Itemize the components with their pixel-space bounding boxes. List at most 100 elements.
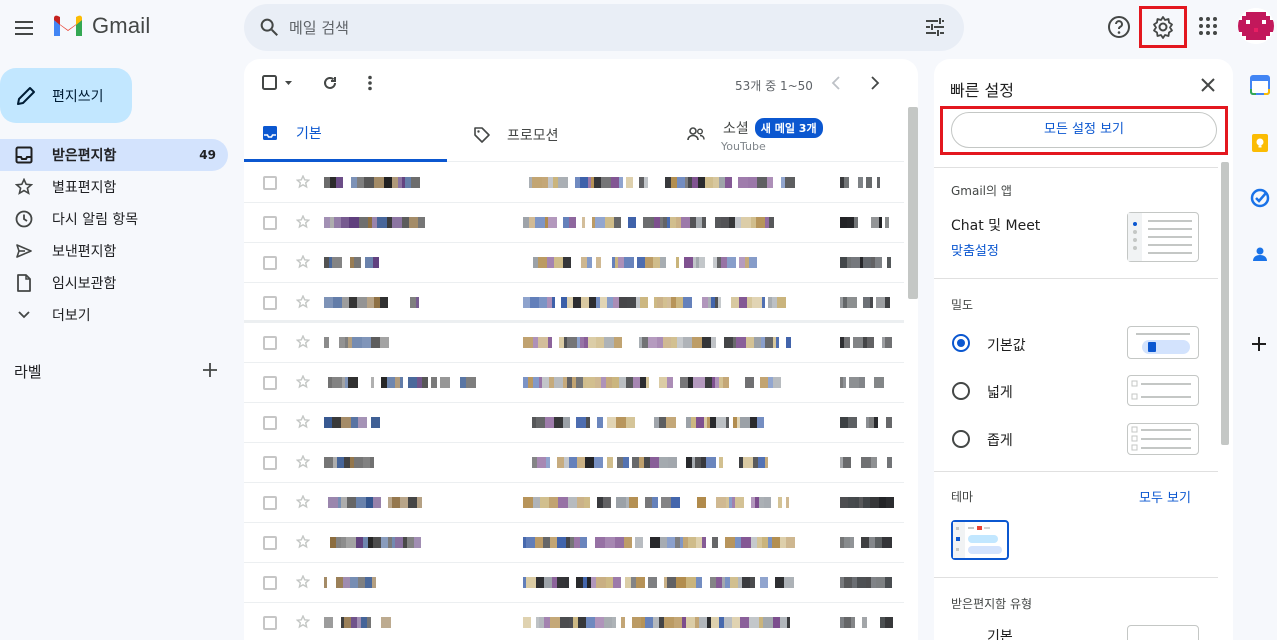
people-icon — [687, 127, 705, 141]
search-input[interactable]: 메일 검색 — [289, 17, 349, 38]
new-mail-badge: 새 메일 3개 — [754, 118, 823, 138]
star-toggle-icon[interactable] — [296, 495, 310, 509]
nav-item-more[interactable]: 더보기 — [0, 299, 228, 331]
nav-item-sent[interactable]: 보낸편지함 — [0, 235, 228, 267]
select-all-checkbox[interactable] — [262, 75, 294, 91]
row-checkbox[interactable] — [263, 296, 277, 310]
email-row[interactable] — [244, 283, 904, 323]
apps-grid-icon[interactable] — [1196, 14, 1222, 40]
email-sender-redacted — [324, 577, 376, 588]
star-toggle-icon[interactable] — [296, 255, 310, 269]
see-all-settings-highlight-box: 모든 설정 보기 — [940, 106, 1228, 155]
email-date-redacted — [840, 537, 892, 548]
calendar-icon[interactable] — [1250, 75, 1272, 97]
star-toggle-icon[interactable] — [296, 535, 310, 549]
email-row[interactable] — [244, 483, 904, 523]
add-label-plus-icon[interactable] — [201, 361, 219, 379]
star-toggle-icon[interactable] — [296, 175, 310, 189]
email-rows — [244, 163, 904, 640]
row-checkbox[interactable] — [263, 576, 277, 590]
main-menu-button[interactable] — [12, 16, 36, 40]
tab-label-promotions: 프로모션 — [507, 127, 559, 144]
row-checkbox[interactable] — [263, 176, 277, 190]
divider — [934, 577, 1218, 578]
star-toggle-icon[interactable] — [296, 215, 310, 229]
get-addons-plus-icon[interactable] — [1250, 335, 1272, 357]
email-row[interactable] — [244, 523, 904, 563]
tab-social[interactable]: 소셜 새 메일 3개 YouTube — [687, 107, 907, 162]
inbox-icon — [14, 145, 34, 165]
row-checkbox[interactable] — [263, 616, 277, 630]
row-checkbox[interactable] — [263, 536, 277, 550]
refresh-icon[interactable] — [322, 75, 338, 91]
row-checkbox[interactable] — [263, 336, 277, 350]
email-row[interactable] — [244, 163, 904, 203]
row-checkbox[interactable] — [263, 376, 277, 390]
email-row[interactable] — [244, 363, 904, 403]
search-bar[interactable]: 메일 검색 — [244, 4, 964, 51]
star-toggle-icon[interactable] — [296, 415, 310, 429]
compose-button[interactable]: 편지쓰기 — [0, 68, 132, 123]
email-subject-redacted — [523, 337, 791, 348]
default-theme-thumbnail[interactable] — [951, 520, 1009, 560]
email-row[interactable] — [244, 323, 904, 363]
email-row[interactable] — [244, 203, 904, 243]
more-options-icon[interactable] — [367, 75, 373, 91]
email-row[interactable] — [244, 403, 904, 443]
star-toggle-icon[interactable] — [296, 575, 310, 589]
email-row[interactable] — [244, 243, 904, 283]
quick-settings-scrollbar[interactable] — [1221, 162, 1229, 445]
nav-item-inbox[interactable]: 받은편지함 49 — [0, 139, 228, 171]
inbox-type-heading: 받은편지함 유형 — [951, 597, 1033, 611]
inbox-type-preview — [1127, 625, 1199, 640]
star-toggle-icon[interactable] — [296, 335, 310, 349]
email-row[interactable] — [244, 563, 904, 603]
see-all-settings-button[interactable]: 모든 설정 보기 — [951, 112, 1217, 148]
settings-gear-icon[interactable] — [1150, 14, 1176, 40]
email-sender-redacted — [324, 417, 380, 428]
account-avatar[interactable] — [1238, 8, 1274, 44]
view-all-themes-link[interactable]: 모두 보기 — [1139, 487, 1191, 506]
gmail-logo[interactable]: Gmail — [52, 13, 150, 39]
row-checkbox[interactable] — [263, 256, 277, 270]
email-date-redacted — [840, 337, 892, 348]
search-icon[interactable] — [258, 16, 280, 38]
send-icon — [14, 241, 34, 261]
row-checkbox[interactable] — [263, 216, 277, 230]
density-radio-default[interactable] — [952, 334, 970, 352]
tab-primary[interactable]: 기본 — [244, 107, 447, 162]
email-row[interactable] — [244, 443, 904, 483]
star-toggle-icon[interactable] — [296, 295, 310, 309]
nav-item-drafts[interactable]: 임시보관함 — [0, 267, 228, 299]
email-list-scrollbar[interactable] — [908, 107, 918, 299]
email-subject-redacted — [523, 417, 769, 428]
row-checkbox[interactable] — [263, 496, 277, 510]
email-date-redacted — [840, 377, 890, 388]
email-subject-redacted — [523, 537, 795, 548]
help-icon[interactable] — [1106, 14, 1132, 40]
close-icon[interactable] — [1201, 78, 1215, 92]
star-toggle-icon[interactable] — [296, 375, 310, 389]
star-toggle-icon[interactable] — [296, 455, 310, 469]
older-page-chevron-right-icon[interactable] — [870, 76, 880, 90]
email-date-redacted — [840, 417, 892, 428]
row-checkbox[interactable] — [263, 416, 277, 430]
nav-item-starred[interactable]: 별표편지함 — [0, 171, 228, 203]
tasks-icon[interactable] — [1250, 188, 1272, 210]
row-checkbox[interactable] — [263, 456, 277, 470]
star-toggle-icon[interactable] — [296, 615, 310, 629]
density-radio-compact[interactable] — [952, 430, 970, 448]
nav-item-snoozed[interactable]: 다시 알림 항목 — [0, 203, 228, 235]
contacts-icon[interactable] — [1250, 244, 1272, 266]
customize-link[interactable]: 맞춤설정 — [951, 240, 999, 259]
tab-promotions[interactable]: 프로모션 — [473, 107, 653, 162]
email-subject-redacted — [523, 497, 789, 508]
email-sender-redacted — [324, 457, 374, 468]
density-radio-comfortable[interactable] — [952, 382, 970, 400]
divider — [934, 278, 1218, 279]
keep-icon[interactable] — [1250, 133, 1272, 155]
email-row[interactable] — [244, 603, 904, 640]
newer-page-chevron-left-icon[interactable] — [831, 76, 841, 90]
search-options-icon[interactable] — [924, 17, 946, 37]
email-date-redacted — [840, 177, 890, 188]
